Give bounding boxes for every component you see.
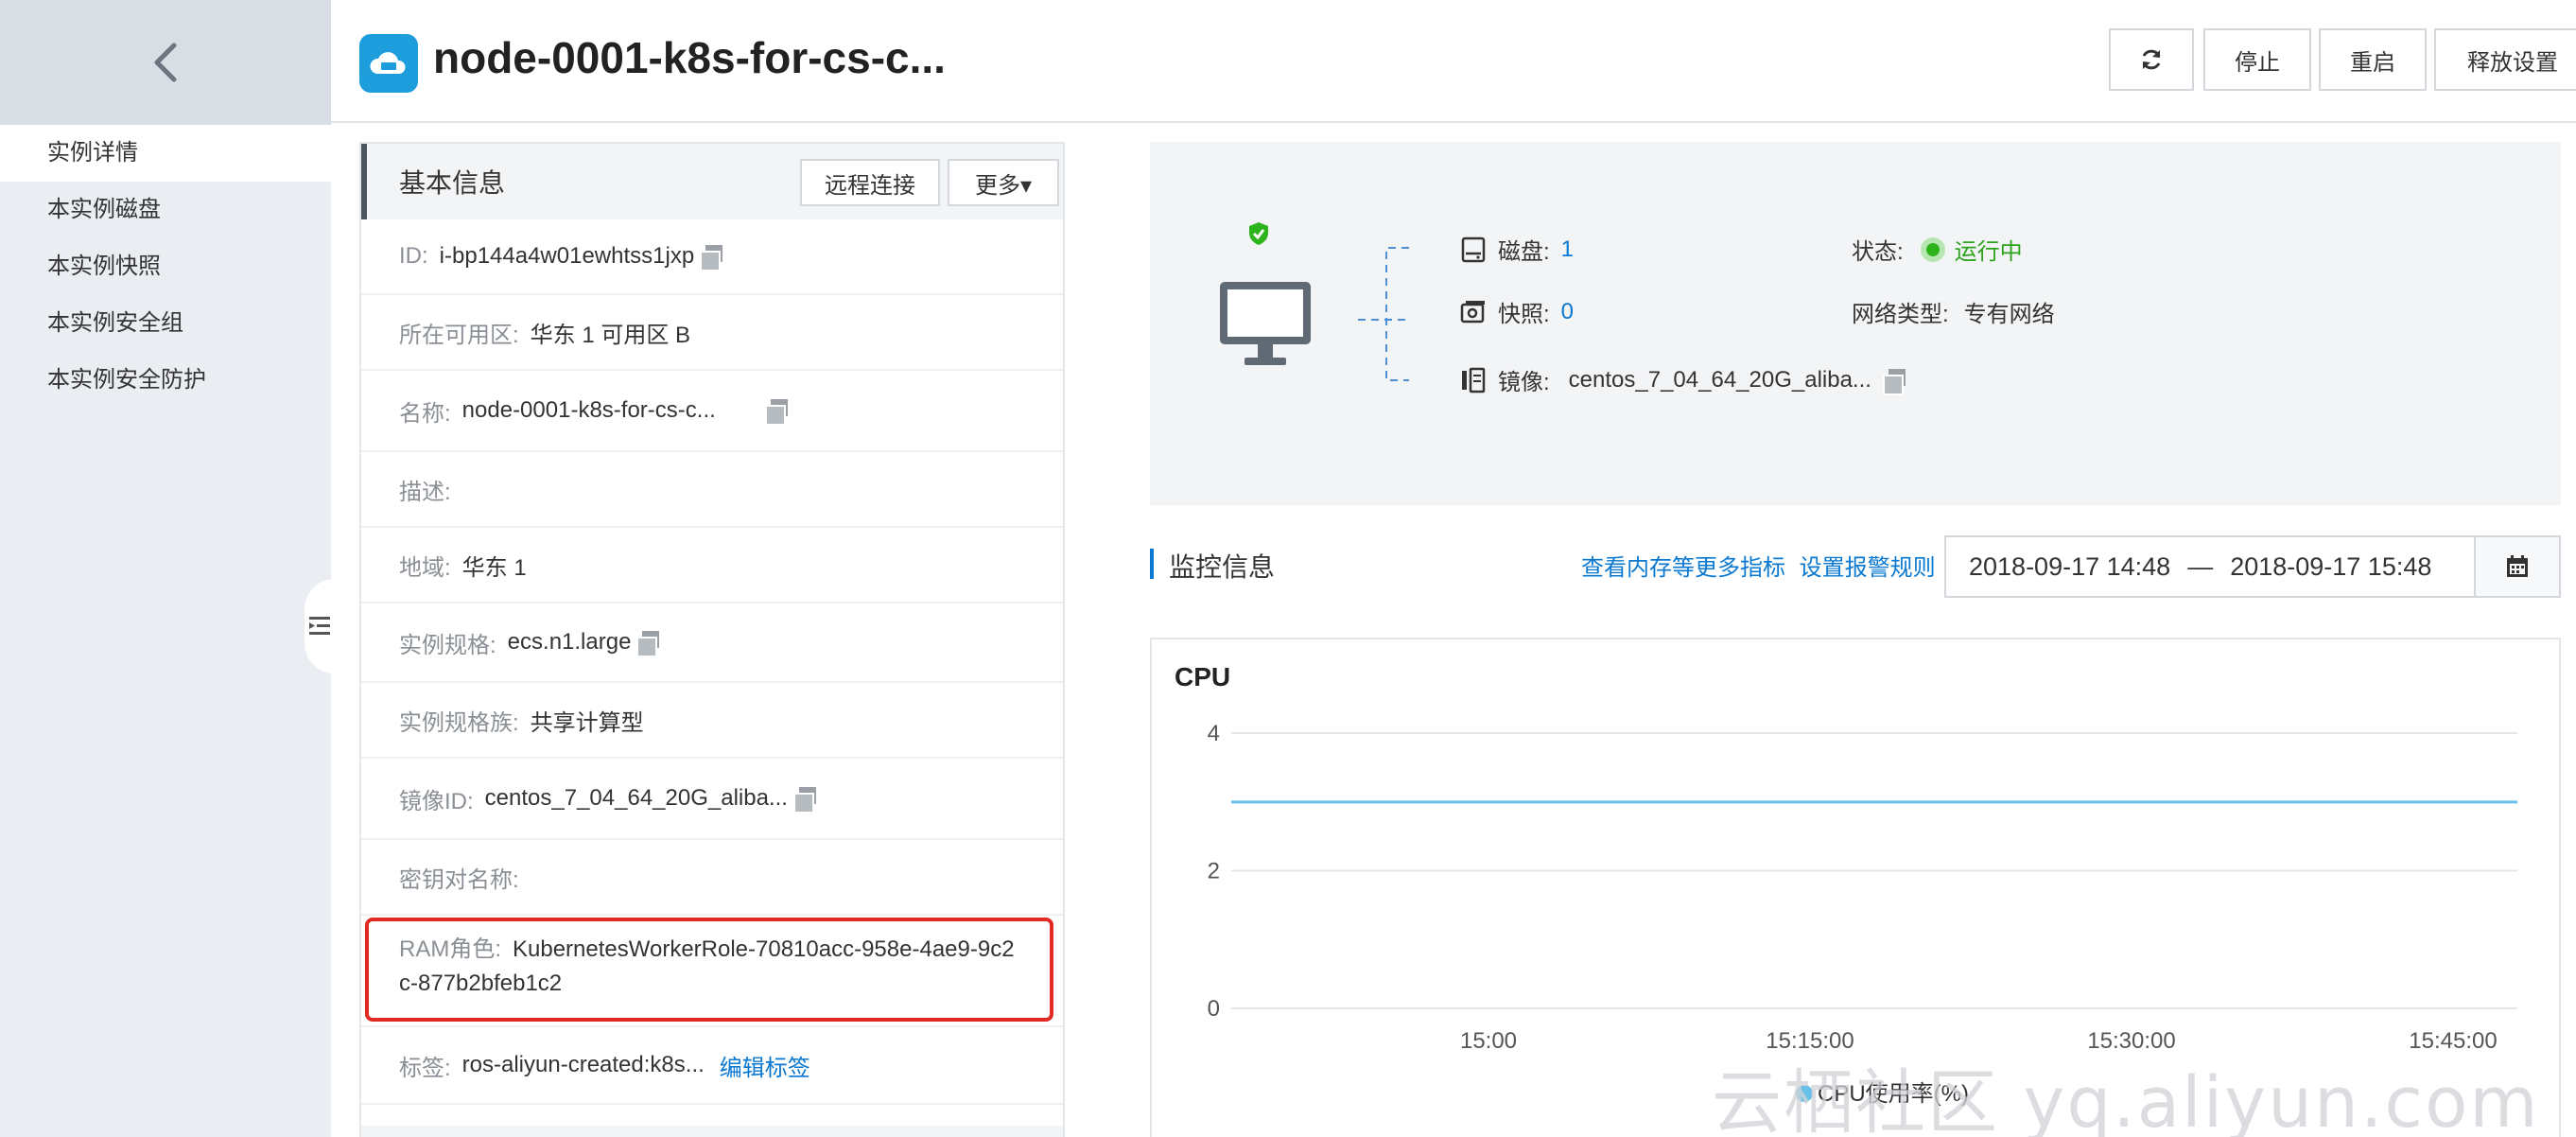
row-label: 镜像ID: [399, 788, 474, 814]
image-value: centos_7_04_64_20G_aliba... [1568, 366, 1871, 393]
status-label: 状态: [1852, 239, 1904, 265]
monitor-links: 查看内存等更多指标 设置报警规则 [1581, 549, 1936, 582]
info-row-id: ID: i-bp144a4w01ewhtss1jxp [361, 219, 1063, 295]
y-tick-label: 4 [1208, 721, 1220, 746]
copy-icon[interactable] [792, 787, 816, 813]
chevron-left-icon [154, 43, 177, 82]
snapshot-count[interactable]: 0 [1561, 299, 1574, 325]
snapshot-summary[interactable]: 快照: 0 [1460, 295, 1574, 328]
copy-icon[interactable] [1882, 368, 1906, 395]
image-summary: 镜像: centos_7_04_64_20G_aliba... [1460, 363, 1906, 396]
info-row-image-id: 镜像ID: centos_7_04_64_20G_aliba... [361, 759, 1063, 840]
status-value: 运行中 [1954, 239, 2023, 265]
info-row-name: 名称: node-0001-k8s-for-cs-c... [361, 371, 1063, 452]
snapshot-icon [1460, 300, 1485, 323]
status-indicator-dot [1920, 236, 1945, 262]
name-value: node-0001-k8s-for-cs-c... [461, 397, 716, 423]
disk-summary[interactable]: 磁盘: 1 [1460, 233, 1574, 266]
row-label: 名称: [399, 400, 451, 427]
basic-info-title: 基本信息 [399, 168, 506, 198]
disk-icon [1461, 236, 1486, 262]
copy-icon[interactable] [700, 245, 723, 271]
status-summary: 状态: 运行中 [1852, 233, 2023, 266]
sidebar-item-security-protection[interactable]: 本实例安全防护 [0, 352, 331, 409]
refresh-button[interactable] [2109, 28, 2194, 91]
row-label: 实例规格族: [399, 709, 519, 736]
remote-connect-button[interactable]: 远程连接 [800, 159, 940, 206]
date-start: 2018-09-17 14:48 [1969, 551, 2171, 581]
y-tick-label: 0 [1208, 996, 1220, 1022]
instance-id-value: i-bp144a4w01ewhtss1jxp [439, 243, 695, 269]
copy-icon[interactable] [764, 399, 788, 426]
security-shield-icon [1249, 222, 1268, 245]
disk-count[interactable]: 1 [1561, 236, 1574, 263]
date-separator: — [2187, 551, 2214, 581]
info-row-instance-type: 实例规格: ecs.n1.large [361, 603, 1063, 683]
x-tick-label: 15:00 [1460, 1028, 1517, 1054]
monitor-section-accent [1150, 549, 1154, 579]
network-type-label: 网络类型: [1852, 302, 1949, 327]
sidebar-nav: 实例详情 本实例磁盘 本实例快照 本实例安全组 本实例安全防护 [0, 125, 331, 409]
region-value: 华东 1 [461, 554, 527, 581]
basic-info-header: 基本信息 远程连接 更多▾ [361, 144, 1063, 219]
row-label: 地域: [399, 554, 451, 581]
calendar-icon [2507, 555, 2528, 577]
snapshot-label: 快照: [1498, 302, 1550, 327]
sidebar-item-disks[interactable]: 本实例磁盘 [0, 182, 331, 238]
tags-value: ros-aliyun-created:k8s... [461, 1052, 705, 1077]
network-summary: 网络类型: 专有网络 [1852, 295, 2055, 328]
instance-type-value: ecs.n1.large [507, 629, 632, 655]
view-more-metrics-link[interactable]: 查看内存等更多指标 [1581, 555, 1785, 581]
row-label: 密钥对名称: [399, 866, 519, 893]
connector-lines [1358, 247, 1409, 381]
set-alarm-rules-link[interactable]: 设置报警规则 [1800, 555, 1936, 581]
info-row-region: 地域: 华东 1 [361, 528, 1063, 603]
sidebar-item-security-groups[interactable]: 本实例安全组 [0, 295, 331, 352]
row-label: 描述: [399, 479, 451, 505]
info-row-description: 描述: [361, 452, 1063, 528]
sidebar-collapse-toggle[interactable] [305, 579, 335, 673]
more-dropdown-button[interactable]: 更多▾ [948, 159, 1059, 206]
page-title: node-0001-k8s-for-cs-c... [433, 33, 946, 82]
image-label: 镜像: [1498, 370, 1550, 395]
zone-value: 华东 1 可用区 B [530, 322, 691, 348]
watermark: 云栖社区 yq.aliyun.com [1712, 1062, 2540, 1137]
monitor-title: 监控信息 [1169, 552, 1276, 582]
collapse-menu-icon [309, 617, 330, 635]
ecs-instance-detail-page: 实例详情 本实例磁盘 本实例快照 本实例安全组 本实例安全防护 node-000… [0, 0, 2576, 1137]
sidebar-item-snapshots[interactable]: 本实例快照 [0, 238, 331, 295]
copy-icon[interactable] [636, 631, 660, 657]
refresh-icon [2142, 49, 2161, 70]
image-icon [1462, 367, 1486, 393]
disk-label: 磁盘: [1498, 239, 1550, 265]
network-type-value: 专有网络 [1963, 302, 2055, 327]
row-label: 所在可用区: [399, 322, 519, 348]
y-tick-label: 2 [1208, 859, 1220, 884]
info-row-tags: 标签: ros-aliyun-created:k8s... 编辑标签 [361, 1027, 1063, 1105]
back-button[interactable] [0, 0, 331, 125]
calendar-button[interactable] [2474, 535, 2561, 598]
computer-monitor-icon [1220, 282, 1311, 365]
instance-family-value: 共享计算型 [530, 709, 644, 736]
info-row-instance-family: 实例规格族: 共享计算型 [361, 683, 1063, 759]
edit-tags-link[interactable]: 编辑标签 [720, 1049, 810, 1082]
next-panel-header [361, 1126, 1063, 1137]
info-row-zone: 所在可用区: 华东 1 可用区 B [361, 295, 1063, 371]
stop-button[interactable]: 停止 [2203, 28, 2311, 91]
restart-button[interactable]: 重启 [2319, 28, 2427, 91]
date-range-picker[interactable]: 2018-09-17 14:48 — 2018-09-17 15:48 [1944, 535, 2476, 598]
ram-role-highlight-box [365, 918, 1053, 1022]
sidebar-item-instance-details[interactable]: 实例详情 [0, 125, 331, 182]
page-header: node-0001-k8s-for-cs-c... 停止 重启 释放设置 [331, 0, 2576, 123]
image-id-value: centos_7_04_64_20G_aliba... [484, 785, 788, 811]
row-label: 标签: [399, 1055, 451, 1081]
row-label: ID: [399, 243, 428, 269]
info-row-keypair: 密钥对名称: [361, 840, 1063, 916]
date-end: 2018-09-17 15:48 [2230, 551, 2432, 581]
ecs-instance-icon [359, 34, 418, 93]
row-label: 实例规格: [399, 632, 496, 658]
instance-overview: 磁盘: 1 快照: 0 镜像: centos_7_04_64_20G_aliba… [1150, 142, 2561, 505]
release-settings-button[interactable]: 释放设置 [2434, 28, 2576, 91]
sidebar: 实例详情 本实例磁盘 本实例快照 本实例安全组 本实例安全防护 [0, 0, 331, 1137]
